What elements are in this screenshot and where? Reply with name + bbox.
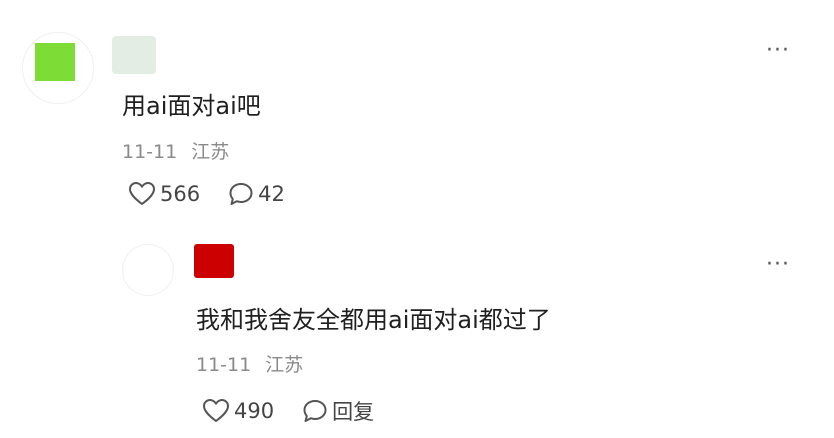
speech-bubble-icon	[228, 181, 254, 207]
reply-count: 42	[258, 182, 285, 206]
comment-date: 11-11	[122, 141, 178, 163]
comment-actions: 566 42	[128, 181, 285, 207]
heart-outline-icon	[128, 181, 156, 207]
comment-actions: 490 回复	[202, 396, 374, 426]
comment-text: 用ai面对ai吧	[122, 92, 261, 120]
avatar-mask	[35, 43, 75, 81]
comment-text: 我和我舍友全都用ai面对ai都过了	[196, 306, 551, 334]
like-count: 490	[234, 399, 275, 423]
avatar[interactable]	[122, 244, 174, 296]
reply-label: 回复	[332, 400, 375, 424]
like-count: 566	[160, 182, 201, 206]
speech-bubble-icon	[302, 398, 328, 424]
comment-meta: 11-11 江苏	[196, 350, 303, 377]
avatar[interactable]	[22, 32, 94, 104]
comment-date: 11-11	[196, 354, 252, 376]
comment-meta: 11-11 江苏	[122, 137, 229, 164]
username-redacted[interactable]	[112, 36, 156, 74]
more-options-button[interactable]: ···	[766, 254, 790, 276]
reply-count-button[interactable]: 42	[228, 181, 285, 207]
reply-button[interactable]: 回复	[302, 396, 374, 426]
username-redacted[interactable]	[194, 244, 234, 278]
more-options-button[interactable]: ···	[766, 40, 790, 62]
heart-outline-icon	[202, 398, 230, 424]
comment-location: 江苏	[191, 141, 230, 163]
comment-location: 江苏	[265, 354, 304, 376]
like-button[interactable]: 566	[128, 181, 200, 207]
like-button[interactable]: 490	[202, 398, 274, 424]
